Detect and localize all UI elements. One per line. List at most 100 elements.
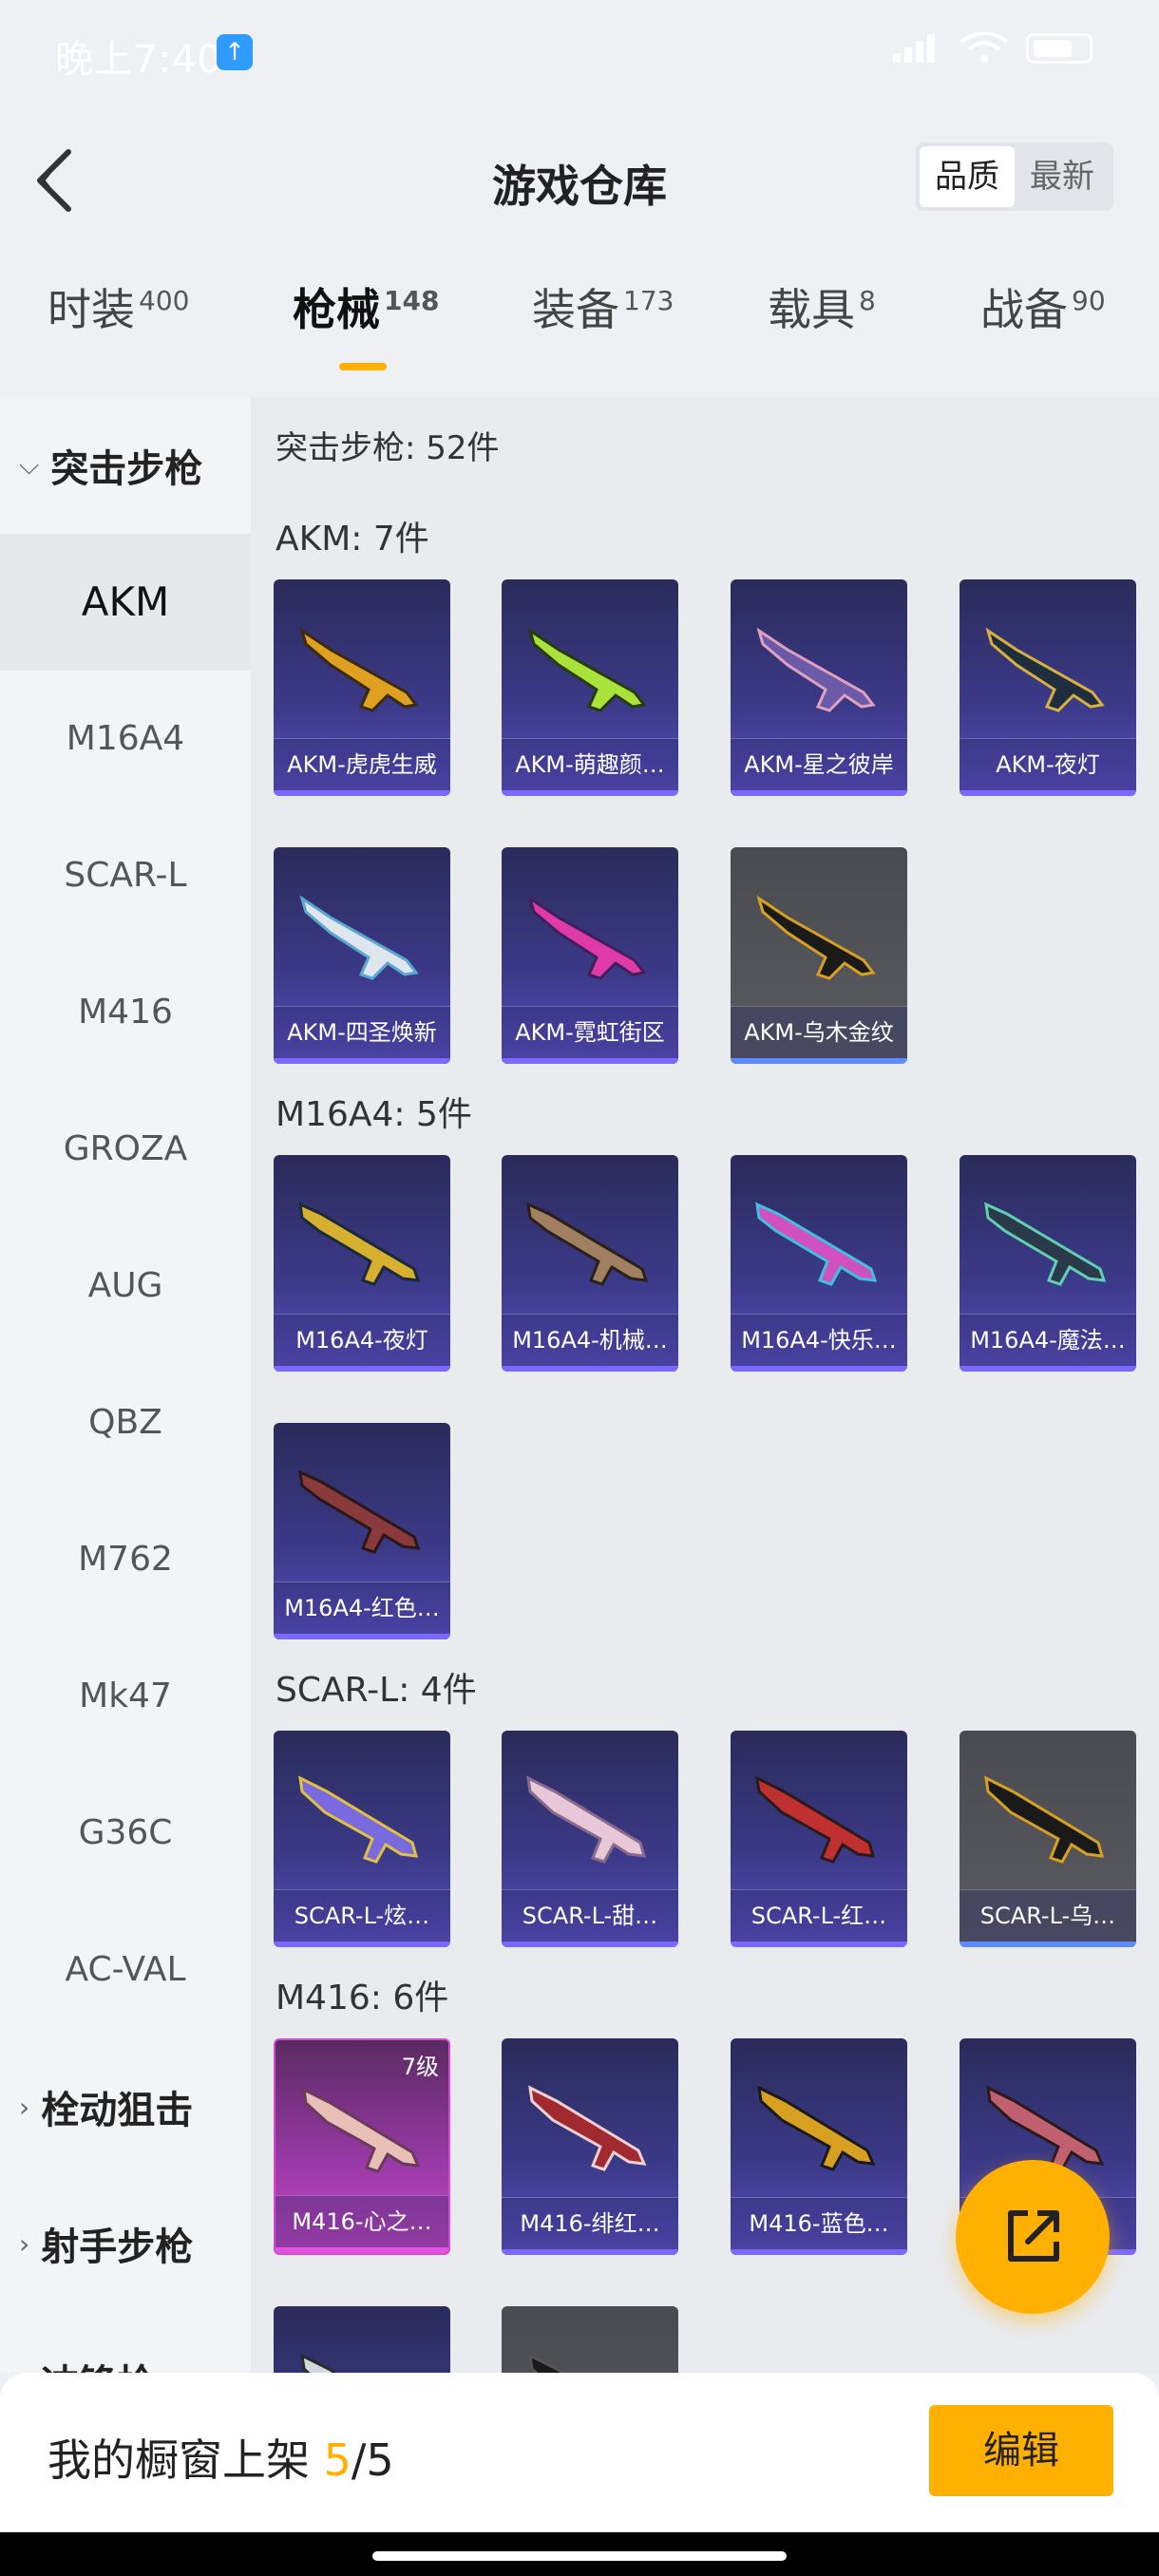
skin-label: AKM-夜灯 [960, 738, 1136, 790]
section-title-scar-l: SCAR-L: 4件 [276, 1671, 477, 1710]
battery-icon [1026, 33, 1092, 64]
rifle-skin-icon [757, 2085, 876, 2171]
rarity-bar [274, 1634, 450, 1639]
sidebar-item-scar-l[interactable]: SCAR-L [0, 807, 251, 944]
skin-label: AKM-霓虹街区 [502, 1006, 678, 1058]
rarity-bar [502, 1058, 678, 1064]
sidebar-item-mk47[interactable]: Mk47 [0, 1628, 251, 1765]
skin-card[interactable]: AKM-夜灯 [960, 579, 1136, 796]
tab-label: 时装 [48, 284, 135, 335]
rarity-bar [960, 1366, 1136, 1372]
rifle-skin-icon [298, 1775, 419, 1864]
skin-card[interactable]: M416-绯红… [502, 2038, 678, 2255]
signal-icon [893, 34, 935, 63]
share-external-icon [1008, 2210, 1059, 2262]
sidebar-item-m762[interactable]: M762 [0, 1491, 251, 1628]
sidebar-item-qbz[interactable]: QBZ [0, 1354, 251, 1491]
sort-toggle: 品质 最新 [916, 142, 1113, 211]
skin-card[interactable]: M16A4-魔法… [960, 1155, 1136, 1372]
rifle-skin-icon [756, 627, 876, 712]
rifle-skin-icon [526, 1775, 647, 1864]
sidebar-item-ac-val[interactable]: AC-VAL [0, 1902, 251, 2038]
sidebar-item-m416[interactable]: M416 [0, 944, 251, 1081]
sidebar-item-akm[interactable]: AKM [0, 534, 251, 671]
skin-card[interactable] [274, 2306, 450, 2373]
showcase-label: 我的橱窗上架 [48, 2434, 324, 2486]
rarity-bar [502, 790, 678, 796]
rarity-bar [276, 2247, 448, 2253]
skin-card[interactable]: SCAR-L-乌… [960, 1731, 1136, 1947]
home-indicator[interactable] [372, 2551, 787, 2561]
rifle-skin-icon [755, 1775, 876, 1864]
skin-card[interactable]: M16A4-夜灯 [274, 1155, 450, 1372]
showcase-current: 5 [323, 2434, 352, 2486]
tab-fashion[interactable]: 时装 400 [48, 275, 189, 338]
sidebar-item-aug[interactable]: AUG [0, 1218, 251, 1354]
skin-card[interactable]: SCAR-L-炫… [274, 1731, 450, 1947]
skin-card[interactable]: AKM-萌趣颜… [502, 579, 678, 796]
tab-gear[interactable]: 战备 90 [980, 275, 1106, 338]
rarity-bar [960, 790, 1136, 796]
skin-card[interactable]: 7级 M416-心之… [274, 2038, 450, 2255]
rifle-skin-icon [755, 1202, 878, 1286]
chevron-down-icon: ⌵ [19, 449, 40, 481]
rifle-skin-icon [985, 627, 1105, 712]
skin-label: SCAR-L-红… [731, 1889, 907, 1941]
skin-card[interactable]: SCAR-L-红… [731, 1731, 907, 1947]
category-summary: 突击步枪: 52件 [276, 429, 500, 467]
skin-card[interactable]: AKM-四圣焕新 [274, 847, 450, 1064]
skin-card[interactable]: M416-蓝色… [731, 2038, 907, 2255]
sidebar-item-groza[interactable]: GROZA [0, 1081, 251, 1218]
sort-quality-button[interactable]: 品质 [920, 146, 1015, 207]
tab-equipment[interactable]: 装备 173 [532, 275, 674, 338]
rifle-skin-icon [526, 1202, 649, 1286]
wifi-icon [960, 32, 1009, 63]
section-title-akm: AKM: 7件 [276, 520, 429, 559]
sort-newest-button[interactable]: 最新 [1015, 146, 1110, 207]
tab-count: 173 [623, 284, 674, 316]
sidebar-group-label: 射手步枪 [41, 2226, 194, 2269]
skin-label: M416-绯红… [502, 2197, 678, 2249]
skin-card[interactable]: SCAR-L-甜… [502, 1731, 678, 1947]
skin-card[interactable]: M16A4-机械… [502, 1155, 678, 1372]
tab-label: 战备 [980, 284, 1068, 335]
tab-vehicles[interactable]: 载具 8 [768, 275, 876, 338]
sidebar-group-bolt-snipers[interactable]: › 栓动狙击 [0, 2038, 251, 2175]
skin-card[interactable]: AKM-乌木金纹 [731, 847, 907, 1064]
sidebar-group-smg[interactable]: › 冲锋枪 [0, 2312, 251, 2373]
rifle-skin-icon [528, 2085, 647, 2171]
rarity-bar [274, 1941, 450, 1947]
skin-label: M16A4-魔法… [960, 1314, 1136, 1366]
skin-card[interactable]: AKM-霓虹街区 [502, 847, 678, 1064]
rifle-skin-icon [756, 895, 876, 980]
sidebar-group-label: 突击步枪 [50, 447, 203, 491]
system-icons [891, 32, 1092, 65]
skin-card[interactable]: M16A4-红色… [274, 1423, 450, 1639]
sidebar-group-label: 栓动狙击 [41, 2089, 194, 2132]
tab-count: 400 [139, 284, 190, 316]
skin-card[interactable]: AKM-虎虎生威 [274, 579, 450, 796]
sidebar-group-label: 冲锋枪 [41, 2353, 155, 2373]
skin-label: SCAR-L-炫… [274, 1889, 450, 1941]
weapon-grid: 突击步枪: 52件 AKM: 7件 AKM-虎虎生威 AKM-萌趣颜… AKM-… [251, 397, 1159, 2373]
sidebar-group-assault-rifles[interactable]: ⌵ 突击步枪 [0, 397, 251, 534]
skin-card[interactable]: AKM-星之彼岸 [731, 579, 907, 796]
skin-card[interactable]: M16A4-快乐… [731, 1155, 907, 1372]
rarity-bar [731, 790, 907, 796]
rarity-bar [731, 1058, 907, 1064]
showcase-total: 5 [366, 2434, 394, 2486]
edit-button[interactable]: 编辑 [929, 2405, 1113, 2496]
sidebar-item-g36c[interactable]: G36C [0, 1765, 251, 1902]
rarity-bar [731, 1366, 907, 1372]
skin-card[interactable] [502, 2306, 678, 2373]
tab-guns[interactable]: 枪械 148 [293, 275, 439, 338]
category-tabs: 时装 400 枪械 148 装备 173 载具 8 战备 90 [0, 275, 1159, 399]
skin-label: M416-蓝色… [731, 2197, 907, 2249]
sidebar-item-m16a4[interactable]: M16A4 [0, 671, 251, 807]
active-tab-indicator [339, 363, 387, 370]
tab-label: 枪械 [293, 284, 380, 335]
sidebar-group-marksman-rifles[interactable]: › 射手步枪 [0, 2175, 251, 2312]
bottom-bar: 我的橱窗上架 5/5 编辑 [0, 2373, 1159, 2532]
share-button[interactable] [956, 2160, 1110, 2314]
tab-count: 8 [859, 284, 876, 316]
